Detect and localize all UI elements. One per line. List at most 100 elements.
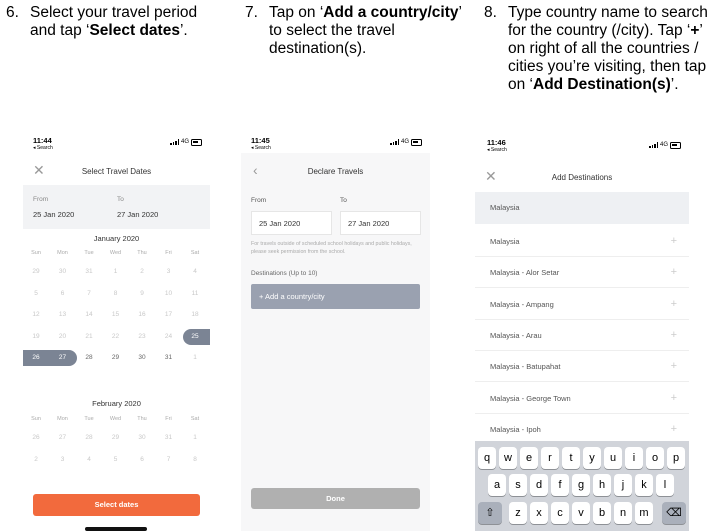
back-to-search-link[interactable]: ◂ Search	[251, 145, 271, 151]
calendar-day[interactable]: 1	[185, 430, 205, 446]
calendar-day[interactable]: 8	[106, 286, 126, 302]
key-v[interactable]: v	[572, 502, 590, 524]
calendar-day[interactable]: 1	[106, 264, 126, 280]
add-destination-plus-icon[interactable]: +	[671, 257, 677, 288]
calendar-day[interactable]: 30	[132, 430, 152, 446]
calendar-day[interactable]: 18	[185, 307, 205, 323]
key-o[interactable]: o	[646, 447, 664, 469]
calendar-day[interactable]: 24	[159, 329, 179, 345]
key-l[interactable]: l	[656, 474, 674, 496]
calendar-day[interactable]: 31	[159, 430, 179, 446]
calendar-day[interactable]: 14	[79, 307, 99, 323]
calendar-day[interactable]: 19	[26, 329, 46, 345]
calendar-day[interactable]: 28	[79, 350, 99, 366]
calendar-day[interactable]: 31	[79, 264, 99, 280]
calendar-day[interactable]: 10	[159, 286, 179, 302]
calendar-day[interactable]: 1	[185, 350, 205, 366]
calendar-day[interactable]: 6	[132, 452, 152, 468]
back-to-search-link[interactable]: ◂ Search	[487, 147, 507, 153]
key-p[interactable]: p	[667, 447, 685, 469]
calendar-day[interactable]: 4	[185, 264, 205, 280]
calendar-day[interactable]: 17	[159, 307, 179, 323]
calendar-day[interactable]: 12	[26, 307, 46, 323]
destination-row[interactable]: Malaysia - Batupahat +	[475, 351, 689, 383]
calendar-day[interactable]: 26	[26, 350, 46, 366]
destination-search-input[interactable]: Malaysia	[475, 192, 689, 224]
calendar-day[interactable]: 29	[26, 264, 46, 280]
from-date-field[interactable]: 25 Jan 2020	[251, 211, 332, 235]
key-k[interactable]: k	[635, 474, 653, 496]
calendar-day[interactable]: 25	[185, 329, 205, 345]
calendar-day[interactable]: 5	[106, 452, 126, 468]
calendar-day[interactable]: 22	[106, 329, 126, 345]
key-g[interactable]: g	[572, 474, 590, 496]
key-h[interactable]: h	[593, 474, 611, 496]
key-c[interactable]: c	[551, 502, 569, 524]
add-destination-plus-icon[interactable]: +	[671, 383, 677, 414]
calendar-day[interactable]: 2	[132, 264, 152, 280]
calendar-day[interactable]: 3	[159, 264, 179, 280]
calendar-day[interactable]: 7	[159, 452, 179, 468]
calendar-day[interactable]: 8	[185, 452, 205, 468]
key-y[interactable]: y	[583, 447, 601, 469]
key-x[interactable]: x	[530, 502, 548, 524]
key-a[interactable]: a	[488, 474, 506, 496]
calendar-day[interactable]: 20	[53, 329, 73, 345]
calendar-day[interactable]: 30	[53, 264, 73, 280]
key-q[interactable]: q	[478, 447, 496, 469]
key-w[interactable]: w	[499, 447, 517, 469]
key-u[interactable]: u	[604, 447, 622, 469]
calendar-day[interactable]: 9	[132, 286, 152, 302]
add-destination-plus-icon[interactable]: +	[671, 289, 677, 320]
key-z[interactable]: z	[509, 502, 527, 524]
calendar-day[interactable]: 29	[106, 350, 126, 366]
calendar-day[interactable]: 6	[53, 286, 73, 302]
destination-row[interactable]: Malaysia +	[475, 226, 689, 257]
destination-row[interactable]: Malaysia - Alor Setar +	[475, 257, 689, 289]
key-i[interactable]: i	[625, 447, 643, 469]
calendar-day[interactable]: 27	[53, 350, 73, 366]
calendar-day[interactable]: 11	[185, 286, 205, 302]
calendar-day[interactable]: 16	[132, 307, 152, 323]
calendar-day[interactable]: 7	[79, 286, 99, 302]
calendar-day[interactable]: 23	[132, 329, 152, 345]
calendar-day[interactable]: 30	[132, 350, 152, 366]
calendar-day[interactable]: 2	[26, 452, 46, 468]
back-to-search-link[interactable]: ◂ Search	[33, 145, 53, 151]
key-s[interactable]: s	[509, 474, 527, 496]
calendar-day[interactable]: 21	[79, 329, 99, 345]
calendar-day[interactable]: 29	[106, 430, 126, 446]
key-b[interactable]: b	[593, 502, 611, 524]
calendar-day[interactable]: 31	[159, 350, 179, 366]
calendar-day[interactable]: 5	[26, 286, 46, 302]
calendar-day[interactable]: 3	[53, 452, 73, 468]
to-date[interactable]: 27 Jan 2020	[117, 210, 158, 219]
calendar-day[interactable]: 26	[26, 430, 46, 446]
add-destination-plus-icon[interactable]: +	[671, 351, 677, 382]
select-dates-button[interactable]: Select dates	[33, 494, 200, 516]
key-j[interactable]: j	[614, 474, 632, 496]
destination-row[interactable]: Malaysia - Arau +	[475, 320, 689, 351]
key-n[interactable]: n	[614, 502, 632, 524]
calendar-day[interactable]: 28	[79, 430, 99, 446]
destination-row[interactable]: Malaysia - George Town +	[475, 383, 689, 414]
delete-key-icon[interactable]: ⌫	[662, 502, 686, 524]
add-destination-plus-icon[interactable]: +	[671, 226, 677, 257]
key-f[interactable]: f	[551, 474, 569, 496]
key-d[interactable]: d	[530, 474, 548, 496]
key-r[interactable]: r	[541, 447, 559, 469]
add-destination-plus-icon[interactable]: +	[671, 320, 677, 351]
done-button[interactable]: Done	[251, 488, 420, 509]
from-date[interactable]: 25 Jan 2020	[33, 210, 74, 219]
key-t[interactable]: t	[562, 447, 580, 469]
key-m[interactable]: m	[635, 502, 653, 524]
calendar-day[interactable]: 4	[79, 452, 99, 468]
to-date-field[interactable]: 27 Jan 2020	[340, 211, 421, 235]
add-country-city-button[interactable]: + Add a country/city	[251, 284, 420, 309]
shift-key-icon[interactable]: ⇧	[478, 502, 502, 524]
destination-row[interactable]: Malaysia - Ampang +	[475, 289, 689, 320]
calendar-day[interactable]: 27	[53, 430, 73, 446]
calendar-day[interactable]: 15	[106, 307, 126, 323]
key-e[interactable]: e	[520, 447, 538, 469]
calendar-day[interactable]: 13	[53, 307, 73, 323]
